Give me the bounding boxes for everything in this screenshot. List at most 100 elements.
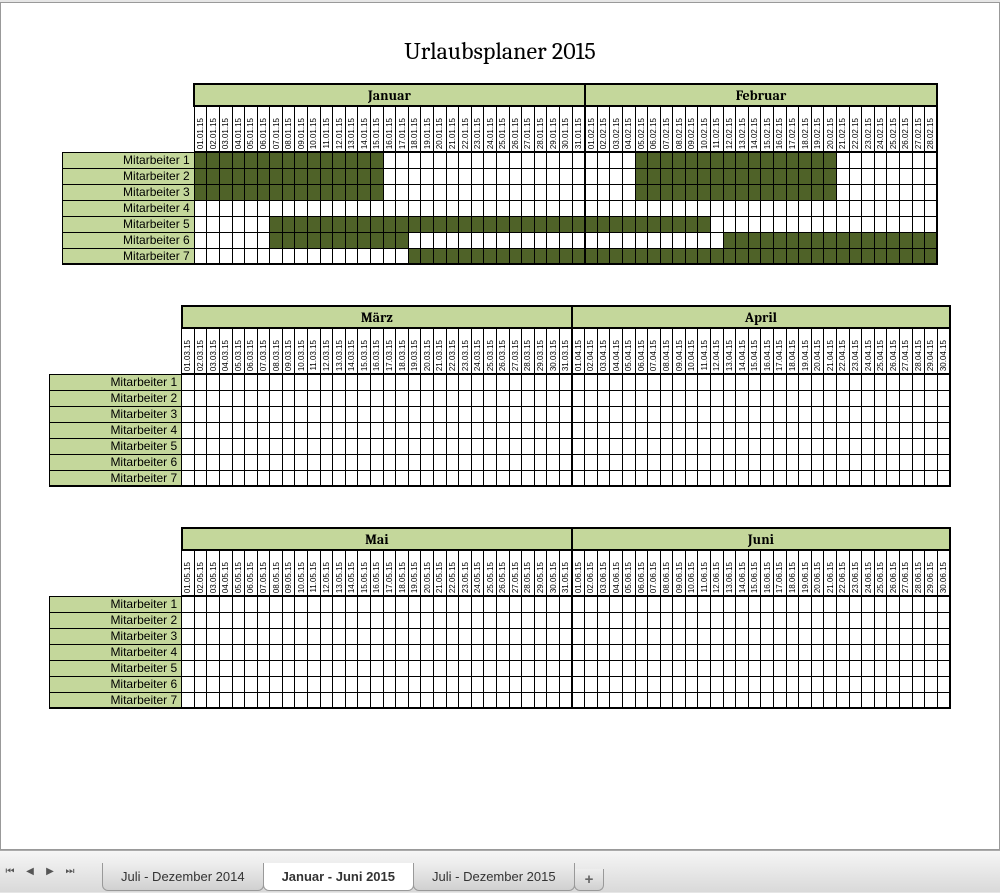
day-cell[interactable] bbox=[547, 470, 560, 486]
day-cell[interactable] bbox=[799, 232, 812, 248]
day-cell[interactable] bbox=[585, 200, 598, 216]
day-cell[interactable] bbox=[849, 628, 862, 644]
day-cell[interactable] bbox=[824, 422, 837, 438]
day-cell[interactable] bbox=[534, 470, 547, 486]
day-cell[interactable] bbox=[660, 184, 673, 200]
day-cell[interactable] bbox=[736, 470, 749, 486]
day-cell[interactable] bbox=[610, 216, 623, 232]
day-cell[interactable] bbox=[534, 438, 547, 454]
day-cell[interactable] bbox=[371, 470, 384, 486]
day-cell[interactable] bbox=[597, 644, 610, 660]
day-cell[interactable] bbox=[673, 660, 686, 676]
day-cell[interactable] bbox=[270, 438, 283, 454]
day-cell[interactable] bbox=[345, 152, 358, 168]
day-cell[interactable] bbox=[925, 406, 938, 422]
day-cell[interactable] bbox=[245, 406, 258, 422]
day-cell[interactable] bbox=[421, 232, 434, 248]
day-cell[interactable] bbox=[383, 612, 396, 628]
add-sheet-button[interactable]: + bbox=[574, 869, 605, 891]
day-cell[interactable] bbox=[396, 216, 409, 232]
day-cell[interactable] bbox=[383, 596, 396, 612]
day-cell[interactable] bbox=[862, 390, 875, 406]
day-cell[interactable] bbox=[345, 438, 358, 454]
day-cell[interactable] bbox=[862, 454, 875, 470]
day-cell[interactable] bbox=[207, 470, 220, 486]
day-cell[interactable] bbox=[383, 216, 396, 232]
day-cell[interactable] bbox=[434, 628, 447, 644]
day-cell[interactable] bbox=[887, 152, 900, 168]
day-cell[interactable] bbox=[408, 184, 421, 200]
day-cell[interactable] bbox=[345, 374, 358, 390]
day-cell[interactable] bbox=[723, 232, 736, 248]
day-cell[interactable] bbox=[849, 152, 862, 168]
day-cell[interactable] bbox=[308, 692, 321, 708]
day-cell[interactable] bbox=[559, 470, 572, 486]
day-cell[interactable] bbox=[308, 660, 321, 676]
day-cell[interactable] bbox=[711, 390, 724, 406]
day-cell[interactable] bbox=[471, 168, 484, 184]
day-cell[interactable] bbox=[862, 438, 875, 454]
day-cell[interactable] bbox=[421, 612, 434, 628]
day-cell[interactable] bbox=[711, 676, 724, 692]
day-cell[interactable] bbox=[874, 660, 887, 676]
day-cell[interactable] bbox=[371, 216, 384, 232]
day-cell[interactable] bbox=[308, 200, 321, 216]
day-cell[interactable] bbox=[308, 168, 321, 184]
day-cell[interactable] bbox=[559, 216, 572, 232]
day-cell[interactable] bbox=[522, 152, 535, 168]
day-cell[interactable] bbox=[937, 612, 950, 628]
day-cell[interactable] bbox=[308, 232, 321, 248]
day-cell[interactable] bbox=[207, 152, 220, 168]
day-cell[interactable] bbox=[648, 676, 661, 692]
day-cell[interactable] bbox=[383, 406, 396, 422]
day-cell[interactable] bbox=[547, 390, 560, 406]
day-cell[interactable] bbox=[786, 168, 799, 184]
day-cell[interactable] bbox=[333, 168, 346, 184]
day-cell[interactable] bbox=[899, 216, 912, 232]
day-cell[interactable] bbox=[849, 438, 862, 454]
day-cell[interactable] bbox=[774, 470, 787, 486]
day-cell[interactable] bbox=[245, 168, 258, 184]
day-cell[interactable] bbox=[547, 628, 560, 644]
day-cell[interactable] bbox=[874, 152, 887, 168]
day-cell[interactable] bbox=[761, 374, 774, 390]
day-cell[interactable] bbox=[610, 454, 623, 470]
day-cell[interactable] bbox=[811, 374, 824, 390]
day-cell[interactable] bbox=[635, 374, 648, 390]
day-cell[interactable] bbox=[245, 676, 258, 692]
day-cell[interactable] bbox=[345, 596, 358, 612]
day-cell[interactable] bbox=[698, 152, 711, 168]
day-cell[interactable] bbox=[811, 644, 824, 660]
day-cell[interactable] bbox=[270, 660, 283, 676]
day-cell[interactable] bbox=[849, 168, 862, 184]
day-cell[interactable] bbox=[446, 374, 459, 390]
day-cell[interactable] bbox=[383, 660, 396, 676]
day-cell[interactable] bbox=[308, 612, 321, 628]
day-cell[interactable] bbox=[509, 644, 522, 660]
day-cell[interactable] bbox=[257, 390, 270, 406]
day-cell[interactable] bbox=[799, 390, 812, 406]
day-cell[interactable] bbox=[245, 470, 258, 486]
day-cell[interactable] bbox=[295, 676, 308, 692]
day-cell[interactable] bbox=[811, 200, 824, 216]
day-cell[interactable] bbox=[282, 660, 295, 676]
day-cell[interactable] bbox=[622, 676, 635, 692]
day-cell[interactable] bbox=[786, 612, 799, 628]
day-cell[interactable] bbox=[509, 200, 522, 216]
day-cell[interactable] bbox=[610, 596, 623, 612]
day-cell[interactable] bbox=[270, 168, 283, 184]
day-cell[interactable] bbox=[232, 596, 245, 612]
day-cell[interactable] bbox=[572, 692, 585, 708]
day-cell[interactable] bbox=[295, 454, 308, 470]
day-cell[interactable] bbox=[421, 390, 434, 406]
day-cell[interactable] bbox=[509, 168, 522, 184]
day-cell[interactable] bbox=[207, 644, 220, 660]
day-cell[interactable] bbox=[799, 612, 812, 628]
day-cell[interactable] bbox=[559, 390, 572, 406]
day-cell[interactable] bbox=[270, 200, 283, 216]
day-cell[interactable] bbox=[748, 644, 761, 660]
day-cell[interactable] bbox=[748, 184, 761, 200]
day-cell[interactable] bbox=[811, 676, 824, 692]
day-cell[interactable] bbox=[434, 390, 447, 406]
day-cell[interactable] bbox=[371, 692, 384, 708]
